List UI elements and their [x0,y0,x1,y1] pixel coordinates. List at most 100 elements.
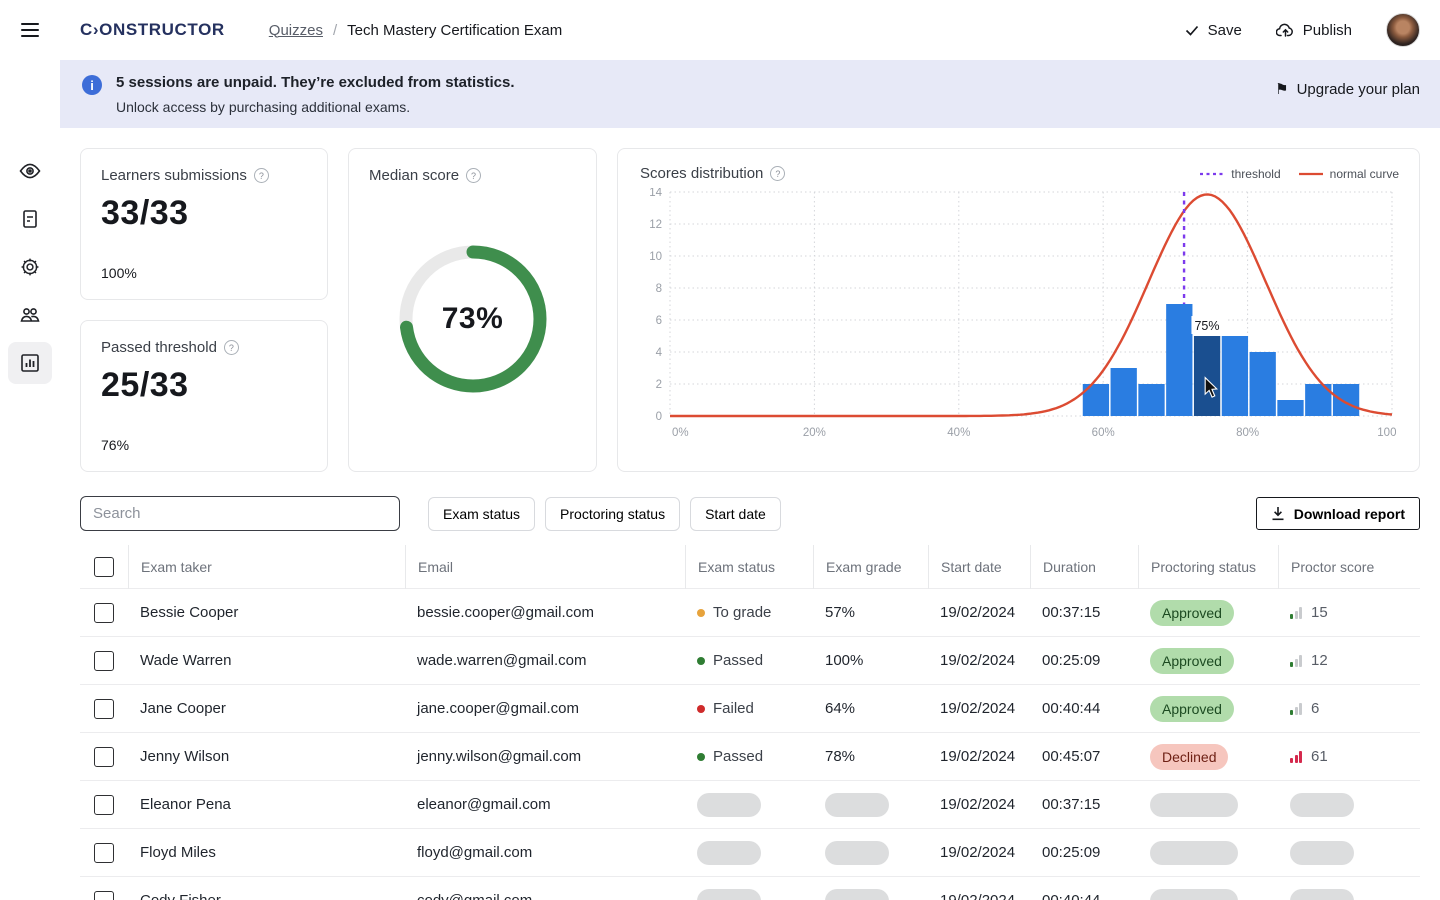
exam-grade-cell: 78% [813,748,928,765]
signal-bars-icon [1290,606,1302,619]
eye-icon [19,160,41,182]
upgrade-plan-button[interactable]: ⚑ Upgrade your plan [1275,80,1420,98]
save-button[interactable]: Save [1184,22,1242,39]
start-date-cell: 19/02/2024 [928,652,1030,669]
skeleton-pill [1290,841,1354,865]
scores-distribution-card: Scores distribution ? thresholdnormal cu… [617,148,1420,472]
help-icon[interactable]: ? [466,168,481,183]
table-row[interactable]: Jenny Wilsonjenny.wilson@gmail.comPassed… [80,733,1420,781]
histogram-bar-4[interactable] [1194,336,1220,416]
status-label: Passed [713,748,763,765]
legend-label: normal curve [1330,167,1399,181]
table-row[interactable]: Floyd Milesfloyd@gmail.com19/02/202400:2… [80,829,1420,877]
signal-bars-icon [1290,702,1302,715]
svg-text:6: 6 [656,315,662,327]
checkbox-cell [80,843,128,863]
duration-cell: 00:45:07 [1030,748,1138,765]
histogram-bar-7[interactable] [1277,400,1303,416]
svg-text:12: 12 [649,219,662,231]
row-checkbox[interactable] [94,843,114,863]
svg-text:80%: 80% [1236,427,1259,439]
histogram-bar-5[interactable] [1222,336,1248,416]
table-row[interactable]: Cody Fishercody@gmail.com19/02/202400:40… [80,877,1420,900]
flag-icon: ⚑ [1275,80,1288,98]
exam-grade-cell: 64% [813,700,928,717]
status-dot [697,753,705,761]
column-header-duration: Duration [1030,545,1138,589]
start-date-cell: 19/02/2024 [928,748,1030,765]
skeleton-pill [697,793,761,817]
table-row[interactable]: Jane Cooperjane.cooper@gmail.comFailed64… [80,685,1420,733]
filter-chip-start-date[interactable]: Start date [690,497,781,531]
sidebar-item-statistics[interactable] [8,342,52,384]
distribution-chart[interactable]: 024681012140%20%40%60%80%100%75% [634,188,1396,450]
publish-button[interactable]: Publish [1276,22,1352,39]
info-icon: i [82,75,102,95]
distribution-title: Scores distribution [640,165,763,182]
svg-text:4: 4 [656,347,663,359]
median-donut-chart: 73% [398,244,548,394]
select-all-checkbox[interactable] [94,557,114,577]
row-checkbox[interactable] [94,699,114,719]
table-row[interactable]: Eleanor Penaeleanor@gmail.com19/02/20240… [80,781,1420,829]
proctoring-badge: Approved [1150,696,1234,722]
cloud-upload-icon [1276,22,1295,38]
sidebar-item-settings[interactable] [8,246,52,288]
dashed-line-swatch [1200,171,1224,177]
row-checkbox[interactable] [94,795,114,815]
histogram-bar-2[interactable] [1138,384,1164,416]
proctoring-badge: Approved [1150,648,1234,674]
exam-grade-cell: 100% [813,652,928,669]
skeleton-pill [1150,841,1238,865]
filter-chip-exam-status[interactable]: Exam status [428,497,535,531]
table-row[interactable]: Wade Warrenwade.warren@gmail.comPassed10… [80,637,1420,685]
histogram-bar-1[interactable] [1111,368,1137,416]
proctor-score-cell: 12 [1278,652,1420,669]
sidebar-item-content[interactable] [8,198,52,240]
status-dot [697,705,705,713]
bar-tooltip-label: 75% [1194,319,1219,333]
bar-chart-icon [19,352,41,374]
sidebar-item-preview[interactable] [8,150,52,192]
search-input[interactable] [80,496,400,531]
header-checkbox-cell [80,545,128,589]
checkbox-cell [80,603,128,623]
threshold-percent: 76% [101,437,307,453]
svg-text:40%: 40% [947,427,970,439]
filter-chip-proctoring-status[interactable]: Proctoring status [545,497,680,531]
proctoring-status-cell [1138,793,1278,817]
proctoring-status-cell [1138,841,1278,865]
help-icon[interactable]: ? [224,340,239,355]
column-header-exam-status: Exam status [685,545,813,589]
row-checkbox[interactable] [94,651,114,671]
help-icon[interactable]: ? [770,166,785,181]
row-checkbox[interactable] [94,891,114,900]
gear-icon [19,256,41,278]
signal-bars-icon [1290,654,1302,667]
email-cell: jenny.wilson@gmail.com [405,748,685,765]
proctor-score-cell: 15 [1278,604,1420,621]
column-header-exam-grade: Exam grade [813,545,928,589]
menu-icon[interactable] [0,23,60,37]
avatar[interactable] [1386,13,1420,47]
table-row[interactable]: Bessie Cooperbessie.cooper@gmail.comTo g… [80,589,1420,637]
exam-status-cell: Passed [685,652,813,669]
histogram-bar-3[interactable] [1166,304,1192,416]
duration-cell: 00:25:09 [1030,652,1138,669]
histogram-bar-6[interactable] [1250,352,1276,416]
help-icon[interactable]: ? [254,168,269,183]
legend-item-normal-curve: normal curve [1299,167,1399,181]
download-report-button[interactable]: Download report [1256,497,1420,530]
histogram-bar-9[interactable] [1333,384,1359,416]
exam-taker-cell: Wade Warren [128,652,405,669]
solid-line-swatch [1299,171,1323,177]
svg-text:100%: 100% [1377,427,1396,439]
duration-cell: 00:40:44 [1030,700,1138,717]
sidebar-item-learners[interactable] [8,294,52,336]
row-checkbox[interactable] [94,603,114,623]
breadcrumb-quizzes[interactable]: Quizzes [269,22,323,39]
row-checkbox[interactable] [94,747,114,767]
page-title: Tech Mastery Certification Exam [347,22,562,39]
proctoring-badge: Approved [1150,600,1234,626]
skeleton-pill [1290,793,1354,817]
